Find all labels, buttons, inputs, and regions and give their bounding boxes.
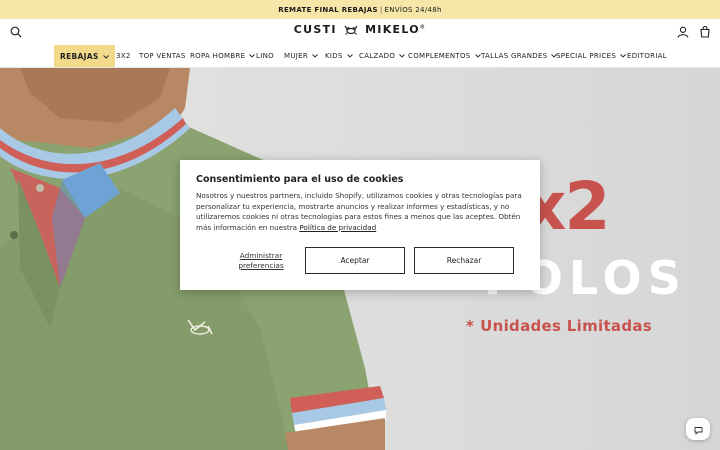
privacy-policy-link[interactable]: Política de privacidad	[299, 223, 376, 232]
nav-item-label: CALZADO	[359, 52, 396, 60]
site-header: CUSTI MIKELO®	[0, 19, 720, 45]
chat-icon	[694, 420, 703, 439]
nav-item-lino[interactable]: LINO	[256, 45, 274, 67]
nav-item-label: REBAJAS	[60, 51, 99, 61]
cookie-dialog-actions: Administrar preferencias Aceptar Rechaza…	[196, 247, 524, 275]
nav-item-special-prices[interactable]: SPECIAL PRICES	[556, 45, 626, 67]
logo-registered-mark: ®	[419, 24, 427, 31]
chevron-down-icon	[620, 52, 626, 60]
crab-logo-icon	[344, 24, 358, 38]
reject-cookies-button[interactable]: Rechazar	[414, 247, 514, 274]
manage-preferences-button[interactable]: Administrar preferencias	[218, 251, 304, 271]
nav-item-label: 3X2	[116, 52, 131, 60]
chevron-down-icon	[102, 52, 109, 61]
promo-asterisk: *	[466, 317, 475, 335]
announcement-separator: |	[379, 5, 383, 14]
promo-limited-units: * Unidades Limitadas	[466, 317, 652, 335]
accept-cookies-button[interactable]: Aceptar	[305, 247, 405, 274]
nav-item-label: KIDS	[325, 52, 343, 60]
nav-item-label: ROPA HOMBRE	[190, 52, 246, 60]
user-icon[interactable]	[674, 23, 692, 41]
nav-item-calzado[interactable]: CALZADO	[359, 45, 405, 67]
nav-item-label: EDITORIAL	[627, 52, 667, 60]
announcement-bar: REMATE FINAL REBAJAS | ENVÍOS 24/48h	[0, 0, 720, 19]
nav-item-complementos[interactable]: COMPLEMENTOS	[408, 45, 481, 67]
nav-item-label: COMPLEMENTOS	[408, 52, 471, 60]
nav-item-tallas-grandes[interactable]: TALLAS GRANDES	[481, 45, 558, 67]
logo-text-right: MIKELO	[365, 23, 420, 36]
announcement-highlight: REMATE FINAL REBAJAS	[278, 5, 378, 14]
cookie-consent-dialog: Consentimiento para el uso de cookies No…	[180, 160, 540, 290]
nav-item-mujer[interactable]: MUJER	[284, 45, 318, 67]
chevron-down-icon	[346, 52, 353, 60]
nav-item-kids[interactable]: KIDS	[325, 45, 353, 67]
cart-icon[interactable]	[696, 23, 714, 41]
cookie-dialog-body: Nosotros y nuestros partners, incluido S…	[196, 191, 524, 233]
cookie-dialog-title: Consentimiento para el uso de cookies	[196, 174, 404, 185]
nav-item-ropa-hombre[interactable]: ROPA HOMBRE	[190, 45, 256, 67]
nav-item-rebajas[interactable]: REBAJAS	[54, 45, 115, 67]
nav-item-top-ventas[interactable]: TOP VENTAS	[139, 45, 186, 67]
nav-item-label: TOP VENTAS	[139, 52, 186, 60]
announcement-text: ENVÍOS 24/48h	[384, 5, 442, 14]
chevron-down-icon	[474, 52, 481, 60]
nav-item-label: SPECIAL PRICES	[556, 52, 617, 60]
promo-note-text: Unidades Limitadas	[480, 317, 653, 335]
nav-item-label: LINO	[256, 52, 274, 60]
site-logo[interactable]: CUSTI MIKELO®	[0, 23, 720, 38]
nav-item-label: MUJER	[284, 52, 309, 60]
nav-item-label: TALLAS GRANDES	[481, 52, 548, 60]
nav-item-3x2[interactable]: 3X2	[116, 45, 131, 67]
chevron-down-icon	[249, 52, 256, 60]
main-nav: REBAJAS 3X2 TOP VENTAS ROPA HOMBRE LINO …	[0, 45, 720, 68]
chevron-down-icon	[399, 52, 405, 60]
logo-text-left: CUSTI	[293, 23, 337, 36]
nav-item-editorial[interactable]: EDITORIAL	[627, 45, 667, 67]
chevron-down-icon	[312, 52, 318, 60]
chat-button[interactable]	[686, 418, 710, 440]
